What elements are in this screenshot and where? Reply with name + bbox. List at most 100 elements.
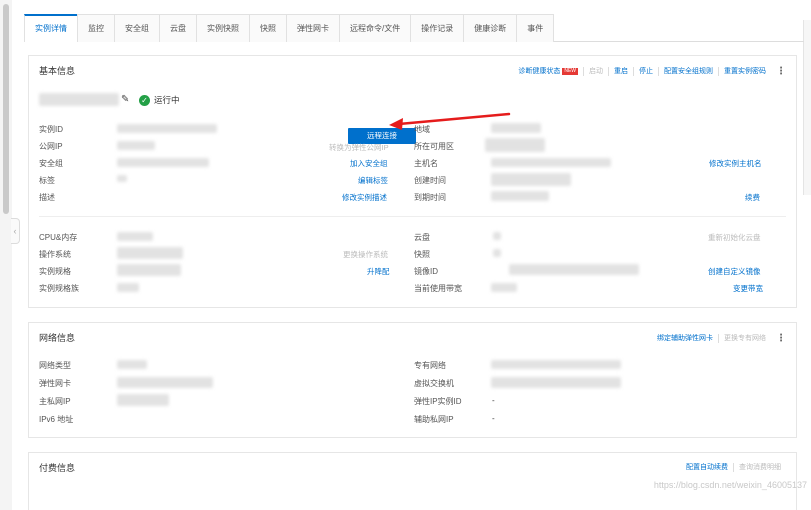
tab-operation-log[interactable]: 操作记录 [410,14,465,42]
convert-to-eip-link[interactable]: 转换为弹性公网IP [329,142,389,153]
change-vpc-link[interactable]: 更换专有网络 [718,334,771,343]
instance-status: ✓ 运行中 [139,94,180,106]
label-cloud-disk: 云盘 [414,233,430,242]
start-button[interactable]: 启动 [583,67,608,76]
basic-info-actions: 诊断健康状态 NEW 启动 重启 停止 配置安全组规则 重置实例密码 ⋮ [513,66,786,77]
label-vswitch: 虚拟交换机 [414,379,454,388]
reinit-disk-link[interactable]: 重新初始化云盘 [708,232,761,243]
cloud-disk-redacted [493,232,501,240]
current-plan-redacted [491,283,517,292]
secondary-ip-value: - [492,414,495,423]
status-text: 运行中 [154,95,180,105]
upgrade-downgrade-link[interactable]: 升降配 [367,266,390,277]
label-hostname: 主机名 [414,159,438,168]
label-snapshot: 快照 [414,250,430,259]
label-eip-id: 弹性IP实例ID [414,397,462,406]
label-eni: 弹性网卡 [39,379,71,388]
label-secondary-ip: 辅助私网IP [414,415,454,424]
expire-redacted [491,191,549,201]
right-side-panel [803,20,811,195]
billing-info-title: 付费信息 [39,463,76,473]
label-image-id: 镜像ID [414,267,438,276]
more-menu-icon[interactable]: ⋮ [771,66,786,77]
instance-id-redacted [117,124,217,133]
create-image-link[interactable]: 创建自定义镜像 [708,266,761,277]
stop-button[interactable]: 停止 [633,67,658,76]
watermark-text: https://blog.csdn.net/weixin_46005137 [653,480,807,490]
label-public-ip: 公网IP [39,142,63,151]
image-id-redacted [509,264,639,275]
tab-instance-detail[interactable]: 实例详情 [24,14,78,42]
hostname-redacted [491,158,611,167]
bind-eni-link[interactable]: 绑定辅助弹性网卡 [652,334,718,343]
running-check-icon: ✓ [139,94,150,106]
sidebar-collapse-icon[interactable]: ‹ [11,218,20,244]
label-tags: 标签 [39,176,55,185]
cpu-mem-redacted [117,232,153,241]
vswitch-redacted [491,377,621,388]
edit-tags-link[interactable]: 编辑标签 [358,175,388,186]
net-type-redacted [117,360,147,369]
instance-name-redacted [39,93,119,106]
vpc-redacted [491,360,621,369]
label-current-plan: 当前使用带宽 [414,284,462,293]
tab-cloud-disk[interactable]: 云盘 [159,14,197,42]
reset-password-button[interactable]: 重置实例密码 [718,67,771,76]
query-consumption-link[interactable]: 查询消费明细 [733,463,786,472]
public-ip-redacted [117,141,155,150]
edit-description-link[interactable]: 修改实例描述 [342,192,387,203]
basic-divider [39,216,786,217]
basic-info-title: 基本信息 [39,66,76,76]
label-created: 创建时间 [414,176,446,185]
label-spec: 实例规格 [39,267,71,276]
auto-renew-link[interactable]: 配置自动续费 [681,463,733,472]
label-cpu-mem: CPU&内存 [39,233,78,242]
spec-family-redacted [117,283,139,292]
left-scrollbar-thumb[interactable] [3,4,9,214]
config-security-group-button[interactable]: 配置安全组规则 [658,67,718,76]
join-security-group-link[interactable]: 加入安全组 [350,158,388,169]
label-net-type: 网络类型 [39,361,71,370]
tab-events[interactable]: 事件 [516,14,555,42]
tab-health-diagnosis[interactable]: 健康诊断 [463,14,518,42]
label-description: 描述 [39,193,55,202]
network-info-title: 网络信息 [39,333,76,343]
network-more-icon[interactable]: ⋮ [771,333,786,344]
label-expire: 到期时间 [414,193,446,202]
tags-redacted [117,175,127,182]
created-redacted [491,173,571,186]
tab-remote-command[interactable]: 远程命令/文件 [339,14,412,42]
change-bandwidth-link[interactable]: 变更带宽 [733,283,763,294]
label-private-ip: 主私网IP [39,397,71,406]
edit-hostname-link[interactable]: 修改实例主机名 [709,158,762,169]
private-ip-redacted [117,394,169,406]
label-security-group: 安全组 [39,159,63,168]
change-os-link[interactable]: 更换操作系统 [343,249,388,260]
tab-security-group[interactable]: 安全组 [114,14,160,42]
edit-name-icon[interactable]: ✎ [121,94,129,105]
tab-instance-snapshot[interactable]: 实例快照 [196,14,250,42]
tab-monitor[interactable]: 监控 [77,14,115,42]
renew-link[interactable]: 续费 [745,192,760,203]
basic-info-card: 基本信息 诊断健康状态 NEW 启动 重启 停止 配置安全组规则 重置实例密码 ⋮… [28,55,797,308]
security-group-redacted [117,158,209,167]
tab-eni[interactable]: 弹性网卡 [286,14,340,42]
diagnose-health-link[interactable]: 诊断健康状态 NEW [513,67,583,76]
os-redacted [117,247,183,259]
network-info-actions: 绑定辅助弹性网卡 更换专有网络 ⋮ [652,333,786,344]
label-vpc: 专有网络 [414,361,446,370]
new-badge: NEW [562,68,578,75]
snapshot-redacted [493,249,501,257]
label-instance-id: 实例ID [39,125,63,134]
red-arrow-annotation [389,112,511,130]
network-info-card: 网络信息 绑定辅助弹性网卡 更换专有网络 ⋮ 网络类型 弹性网卡 主私网IP I… [28,322,797,438]
eip-id-value: - [492,396,495,405]
restart-button[interactable]: 重启 [608,67,633,76]
label-ipv6: IPv6 地址 [39,415,74,424]
diagnose-label: 诊断健康状态 [518,68,561,75]
spec-redacted [117,264,181,276]
tab-snapshot[interactable]: 快照 [249,14,287,42]
tab-bar: 实例详情 监控 安全组 云盘 实例快照 快照 弹性网卡 远程命令/文件 操作记录… [24,14,804,42]
billing-info-actions: 配置自动续费 查询消费明细 [681,463,786,472]
left-scrollbar[interactable] [0,0,12,510]
